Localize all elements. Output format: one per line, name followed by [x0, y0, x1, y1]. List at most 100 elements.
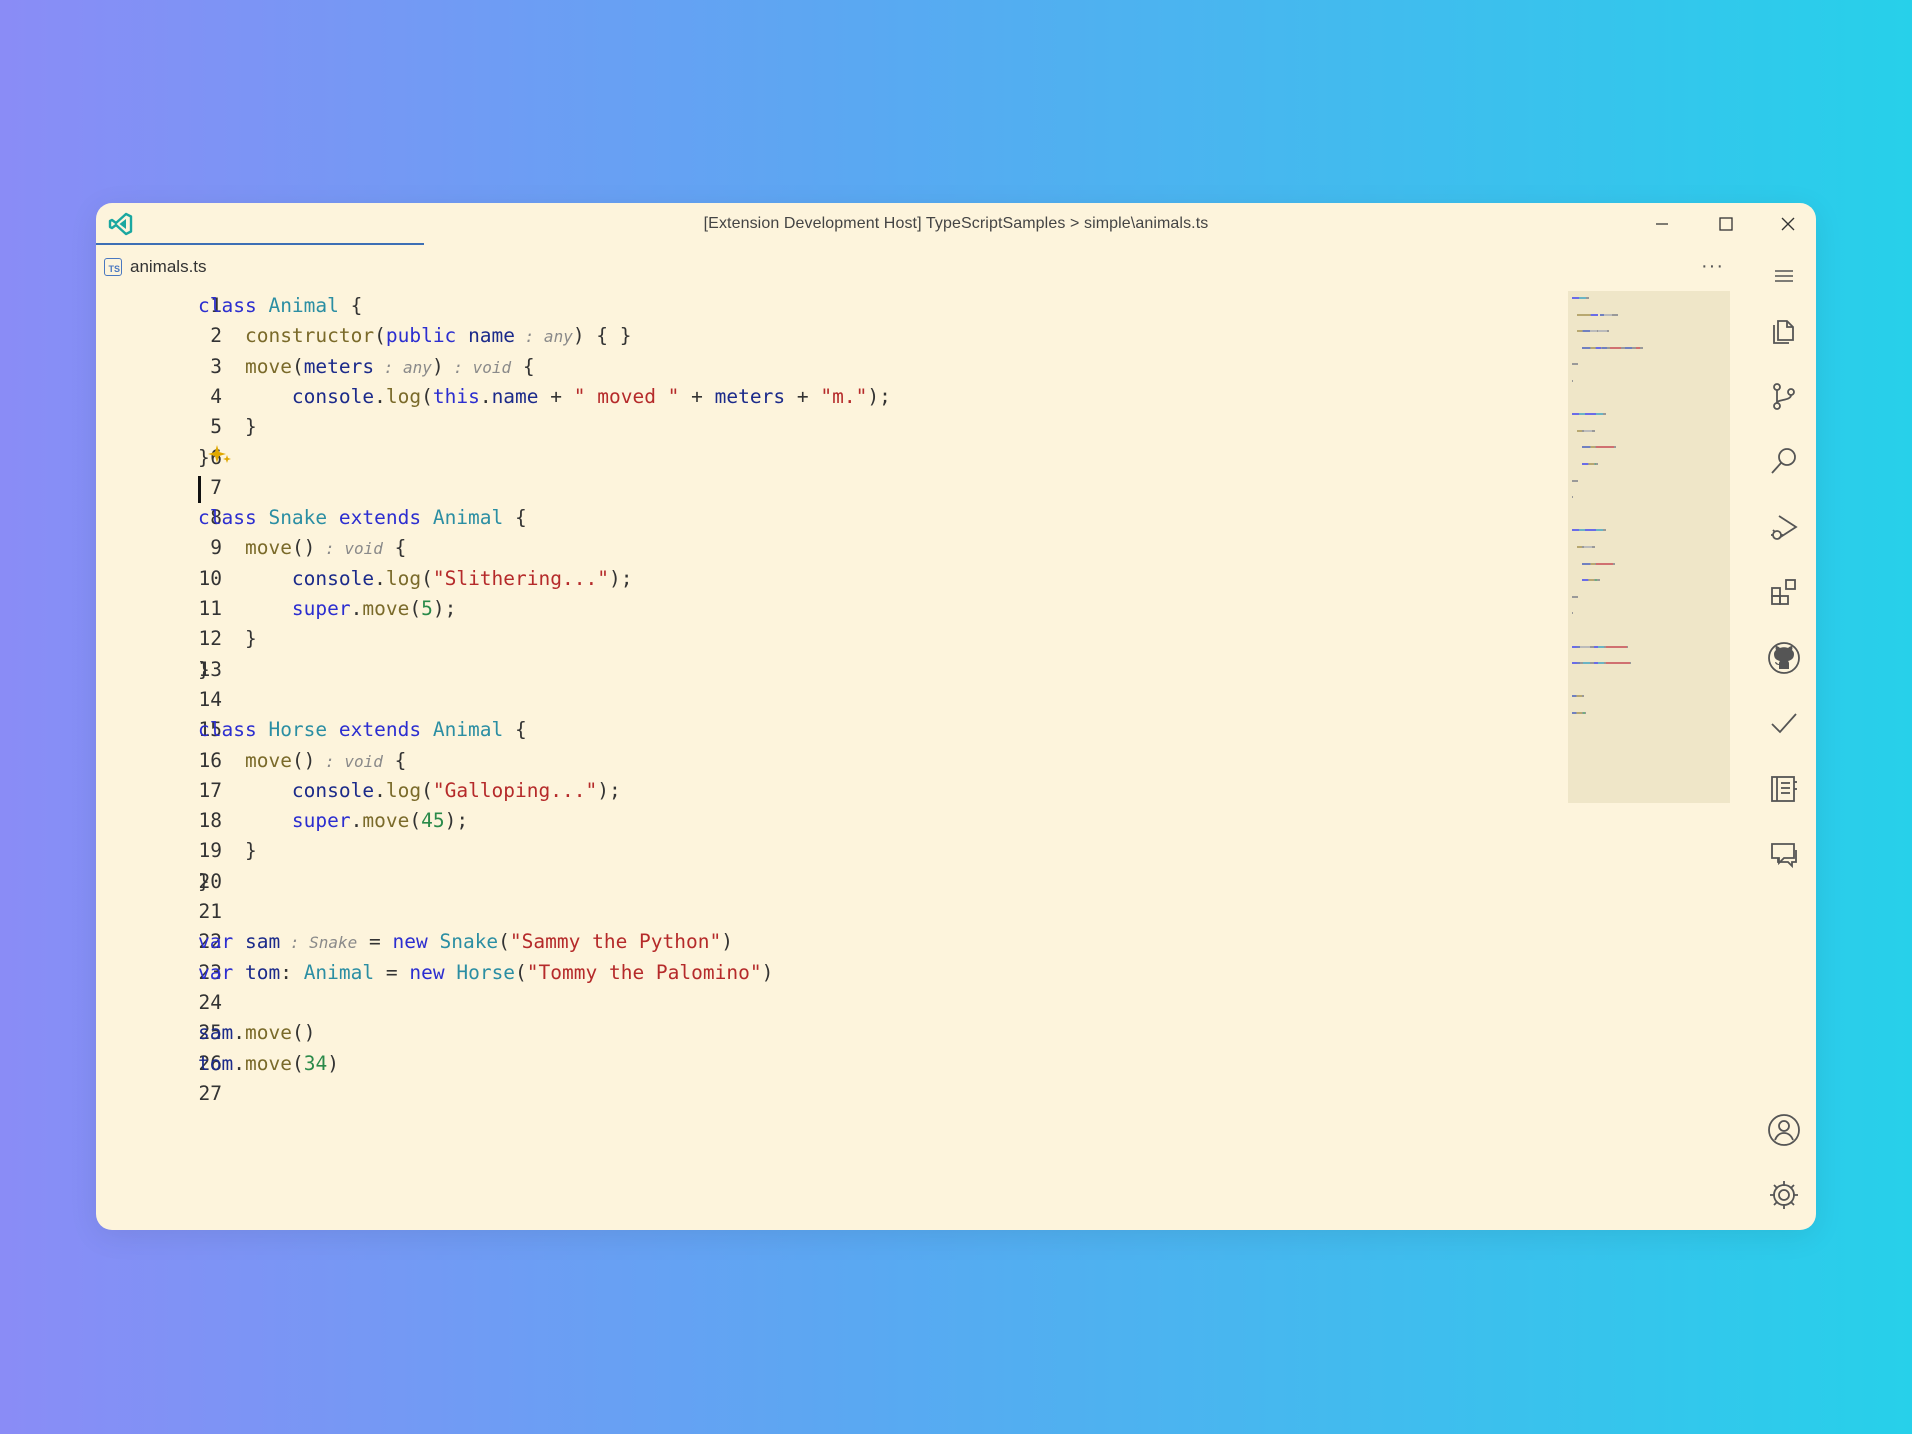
- minimap-token: [1585, 413, 1596, 416]
- code-line[interactable]: 10 console.log("Slithering...");: [96, 564, 1556, 594]
- code-token: super: [291, 597, 351, 620]
- minimize-icon: [1656, 223, 1668, 225]
- code-line[interactable]: 16 move() : void {: [96, 746, 1556, 776]
- code-text: move(meters : any) : void {: [198, 352, 535, 383]
- code-text: move() : void {: [198, 533, 406, 564]
- code-token: Animal: [303, 960, 375, 984]
- code-editor[interactable]: 1 class Animal {2 constructor(public name…: [96, 291, 1556, 1191]
- code-token: console: [291, 384, 375, 408]
- minimap-token: [1596, 463, 1599, 465]
- code-token: =: [357, 930, 393, 954]
- account-button[interactable]: [1765, 1111, 1803, 1149]
- code-line[interactable]: 25 sam.move(): [96, 1018, 1556, 1048]
- code-line[interactable]: 13}: [96, 655, 1556, 685]
- code-line[interactable]: 20}: [96, 867, 1556, 897]
- code-token: {: [511, 354, 535, 378]
- copilot-sparkle-icon[interactable]: [208, 443, 232, 469]
- code-line[interactable]: 17 console.log("Galloping...");: [96, 776, 1556, 806]
- minimap-token: [1572, 612, 1574, 615]
- code-line[interactable]: 22 var sam : Snake = new Snake("Sammy the…: [96, 927, 1556, 957]
- code-line[interactable]: 5 }: [96, 412, 1556, 442]
- code-line[interactable]: 11 super.move(5);: [96, 594, 1556, 624]
- code-token: (: [409, 597, 422, 620]
- code-line[interactable]: 8 class Snake extends Animal {: [96, 503, 1556, 533]
- code-line[interactable]: 4 console.log(this.name + " moved " + me…: [96, 382, 1556, 412]
- code-line[interactable]: 3 move(meters : any) : void {: [96, 352, 1556, 382]
- code-line[interactable]: 12 }: [96, 624, 1556, 654]
- tab-animals-ts[interactable]: TS animals.ts: [104, 254, 207, 280]
- code-line[interactable]: 18 super.move(45);: [96, 806, 1556, 836]
- code-token: (): [291, 748, 316, 772]
- close-button[interactable]: [1764, 207, 1812, 241]
- code-line[interactable]: 9 move() : void {: [96, 533, 1556, 563]
- minimap-token: [1572, 595, 1578, 598]
- code-token: extends: [327, 506, 433, 530]
- github-button[interactable]: [1765, 639, 1803, 677]
- code-line[interactable]: 23 var tom: Animal = new Horse("Tommy the…: [96, 958, 1556, 988]
- activity-bar: [1752, 245, 1816, 1230]
- minimize-button[interactable]: [1638, 207, 1686, 241]
- settings-button[interactable]: [1765, 1176, 1803, 1214]
- run-debug-button[interactable]: [1765, 508, 1803, 546]
- code-line[interactable]: 24: [96, 988, 1556, 1018]
- code-text: console.log("Galloping...");: [198, 776, 621, 806]
- source-control-button[interactable]: [1765, 377, 1803, 415]
- minimap-token: [1579, 297, 1587, 299]
- minimap-token: [1627, 645, 1629, 648]
- explorer-button[interactable]: [1765, 311, 1803, 349]
- code-token: (: [291, 354, 304, 378]
- code-line[interactable]: 14: [96, 685, 1556, 715]
- code-token: tom: [198, 1051, 234, 1075]
- code-token: );: [444, 809, 469, 833]
- code-text: }: [198, 867, 210, 897]
- minimap-token: [1596, 562, 1613, 565]
- chat-button[interactable]: [1765, 835, 1803, 873]
- maximize-icon: [1719, 217, 1733, 231]
- code-token: move: [362, 597, 410, 620]
- code-line[interactable]: 7: [96, 473, 1556, 503]
- minimap-token: [1610, 346, 1622, 349]
- code-line[interactable]: 21: [96, 897, 1556, 927]
- maximize-button[interactable]: [1702, 207, 1750, 241]
- code-text: }: [198, 836, 257, 866]
- more-actions-button[interactable]: ···: [1701, 255, 1724, 278]
- line-number: 14: [198, 687, 222, 711]
- minimap-token: [1584, 546, 1593, 548]
- code-token: "Tommy the Palomino": [526, 960, 762, 984]
- notebook-button[interactable]: [1765, 770, 1803, 808]
- menu-button[interactable]: [1765, 257, 1803, 295]
- code-token: (: [421, 384, 433, 408]
- code-line[interactable]: 27: [96, 1079, 1556, 1109]
- code-text: console.log(this.name + " moved " + mete…: [198, 382, 891, 412]
- code-token: {: [382, 536, 407, 560]
- code-line[interactable]: 19 }: [96, 836, 1556, 866]
- minimap-token: [1586, 297, 1589, 299]
- code-token: name: [491, 384, 539, 408]
- code-token: );: [867, 384, 891, 408]
- code-line[interactable]: 15 class Horse extends Animal {: [96, 715, 1556, 745]
- extensions-button[interactable]: [1765, 573, 1803, 611]
- code-line[interactable]: 1 class Animal {: [96, 291, 1556, 321]
- code-token: );: [608, 566, 633, 590]
- code-text: super.move(45);: [198, 806, 468, 836]
- code-line[interactable]: 26 tom.move(34): [96, 1049, 1556, 1079]
- minimap-token: [1582, 662, 1590, 665]
- inlay-hint: : void: [443, 357, 512, 377]
- code-token: .: [233, 1051, 245, 1075]
- code-token: }: [198, 627, 257, 651]
- code-line[interactable]: 6}: [96, 443, 1556, 473]
- testing-button[interactable]: [1765, 704, 1803, 742]
- minimap-token: [1572, 529, 1580, 532]
- code-line[interactable]: 2 constructor(public name : any) { }: [96, 321, 1556, 351]
- minimap-token: [1580, 645, 1590, 648]
- code-token: Snake: [268, 506, 328, 530]
- search-button[interactable]: [1765, 442, 1803, 480]
- code-token: "Galloping...": [432, 778, 598, 802]
- code-token: Snake: [439, 930, 499, 954]
- testing-icon: [1771, 713, 1797, 734]
- code-token: class: [198, 506, 269, 530]
- minimap[interactable]: [1568, 291, 1730, 803]
